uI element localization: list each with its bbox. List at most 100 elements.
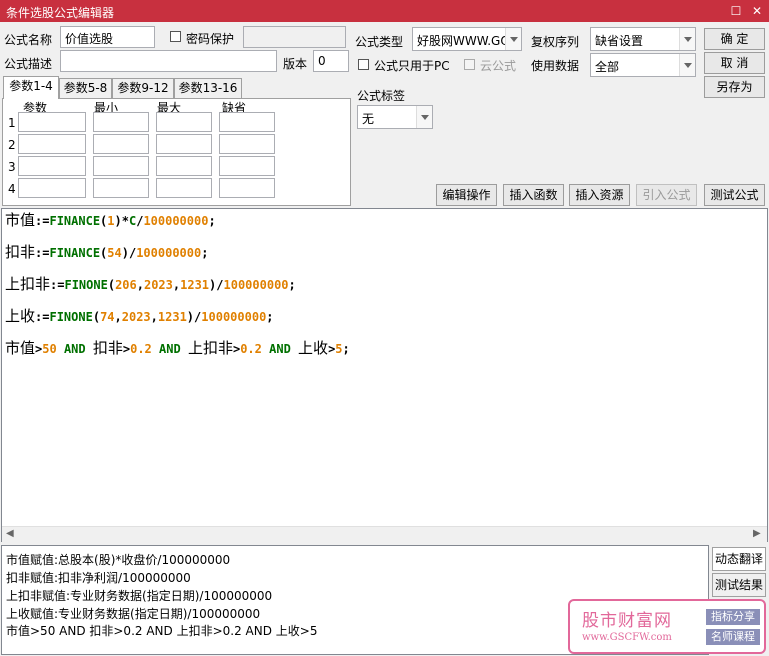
code-keyword: AND [63, 342, 86, 356]
save-as-button[interactable]: 另存为 [704, 76, 765, 98]
code-number: 0.2 [130, 342, 152, 356]
code-var: 市值 [5, 211, 36, 229]
code-line: 市值:=FINANCE(1)*C/100000000; [5, 211, 216, 229]
code-number: 100000000 [201, 310, 267, 324]
chevron-down-icon [679, 54, 695, 76]
code-number: 5 [335, 342, 343, 356]
code-function: FINANCE [49, 246, 101, 260]
formula-type-select[interactable]: 好股网WWW.GO [412, 27, 522, 51]
scroll-right-icon[interactable]: ▶ [753, 528, 761, 539]
close-icon[interactable]: ✕ [748, 2, 766, 20]
scroll-left-icon[interactable]: ◀ [6, 528, 14, 539]
maximize-icon[interactable]: ☐ [727, 2, 745, 20]
param-max-input[interactable] [156, 156, 212, 176]
watermark-main-text: 股市财富网 [582, 611, 672, 631]
code-var: 扣非 [92, 339, 123, 357]
code-editor[interactable]: 市值:=FINANCE(1)*C/100000000; 扣非:=FINANCE(… [1, 208, 768, 542]
tab-test-result[interactable]: 测试结果 [712, 573, 766, 597]
window-title: 条件选股公式编辑器 [6, 6, 115, 20]
param-name-input[interactable] [18, 134, 86, 154]
tab-params-5-8[interactable]: 参数5-8 [59, 78, 112, 98]
code-var: 上收 [298, 339, 329, 357]
formula-tag-select[interactable]: 无 [357, 105, 433, 129]
param-min-input[interactable] [93, 156, 149, 176]
ok-button[interactable]: 确 定 [704, 28, 765, 50]
cancel-button[interactable]: 取 消 [704, 52, 765, 74]
code-var: 扣非 [5, 243, 36, 261]
formula-tag-value: 无 [362, 112, 375, 126]
output-line: 市值赋值:总股本(股)*收盘价/100000000 [6, 553, 231, 567]
param-default-input[interactable] [219, 178, 275, 198]
pc-only-label: 公式只用于PC [374, 59, 450, 73]
code-line: 上收:=FINONE(74,2023,1231)/100000000; [5, 307, 274, 325]
output-line: 上收赋值:专业财务数据(指定日期)/100000000 [6, 607, 261, 621]
code-number: 2023 [121, 310, 151, 324]
param-name-input[interactable] [18, 156, 86, 176]
code-number: 74 [100, 310, 115, 324]
edit-ops-button[interactable]: 编辑操作 [436, 184, 497, 206]
code-number: 0.2 [240, 342, 262, 356]
formula-desc-label: 公式描述 [4, 57, 53, 71]
tab-params-1-4[interactable]: 参数1-4 [3, 76, 59, 99]
param-min-input[interactable] [93, 134, 149, 154]
watermark-logo: 股市财富网 www.GSCFW.com 指标分享 名师课程 [568, 599, 766, 654]
watermark-tag-course: 名师课程 [706, 629, 760, 645]
tab-params-13-16[interactable]: 参数13-16 [174, 78, 242, 98]
test-formula-button[interactable]: 测试公式 [704, 184, 765, 206]
password-checkbox[interactable] [170, 31, 181, 42]
insert-function-button[interactable]: 插入函数 [503, 184, 564, 206]
insert-resource-button[interactable]: 插入资源 [569, 184, 630, 206]
chevron-down-icon [416, 106, 432, 128]
code-function: FINONE [49, 310, 93, 324]
import-formula-button[interactable]: 引入公式 [636, 184, 697, 206]
pc-only-checkbox[interactable] [358, 59, 369, 70]
version-input[interactable]: 0 [313, 50, 349, 72]
code-function: FINONE [64, 278, 108, 292]
title-bar: 条件选股公式编辑器 ☐ ✕ [0, 0, 769, 22]
code-number: 206 [115, 278, 137, 292]
fq-label: 复权序列 [531, 35, 580, 49]
fq-select[interactable]: 缺省设置 [590, 27, 696, 51]
output-line: 上扣非赋值:专业财务数据(指定日期)/100000000 [6, 589, 273, 603]
formula-type-value: 好股网WWW.GO [417, 34, 510, 48]
param-default-input[interactable] [219, 156, 275, 176]
formula-name-label: 公式名称 [4, 33, 53, 47]
param-name-input[interactable] [18, 178, 86, 198]
code-number: 100000000 [143, 214, 209, 228]
chevron-down-icon [505, 28, 521, 50]
param-name-input[interactable] [18, 112, 86, 132]
formula-type-label: 公式类型 [355, 35, 404, 49]
code-var: 上扣非 [187, 339, 233, 357]
password-label: 密码保护 [186, 32, 235, 46]
param-min-input[interactable] [93, 178, 149, 198]
code-number: 2023 [143, 278, 173, 292]
version-label: 版本 [283, 57, 308, 71]
param-max-input[interactable] [156, 134, 212, 154]
code-var: 市值 [5, 339, 36, 357]
tab-dynamic-translation[interactable]: 动态翻译 [712, 547, 766, 571]
cloud-label: 云公式 [480, 59, 517, 73]
formula-desc-input[interactable] [60, 50, 277, 72]
data-select[interactable]: 全部 [590, 53, 696, 77]
param-max-input[interactable] [156, 178, 212, 198]
param-default-input[interactable] [219, 134, 275, 154]
data-value: 全部 [595, 60, 620, 74]
tab-params-9-12[interactable]: 参数9-12 [112, 78, 174, 98]
formula-name-input[interactable]: 价值选股 [60, 26, 155, 48]
param-max-input[interactable] [156, 112, 212, 132]
param-row-number: 2 [8, 138, 16, 152]
code-number: 54 [107, 246, 122, 260]
password-input[interactable] [243, 26, 346, 48]
code-line: 上扣非:=FINONE(206,2023,1231)/100000000; [5, 275, 296, 293]
cloud-checkbox[interactable] [464, 59, 475, 70]
watermark-tag-share: 指标分享 [706, 609, 760, 625]
param-row-number: 1 [8, 116, 16, 130]
param-row-number: 4 [8, 182, 16, 196]
param-default-input[interactable] [219, 112, 275, 132]
code-keyword: AND [159, 342, 181, 356]
param-row-number: 3 [8, 160, 16, 174]
horizontal-scrollbar[interactable]: ◀ ▶ [2, 526, 767, 542]
code-number: 1 [107, 214, 115, 228]
param-min-input[interactable] [93, 112, 149, 132]
code-number: 1231 [157, 310, 187, 324]
